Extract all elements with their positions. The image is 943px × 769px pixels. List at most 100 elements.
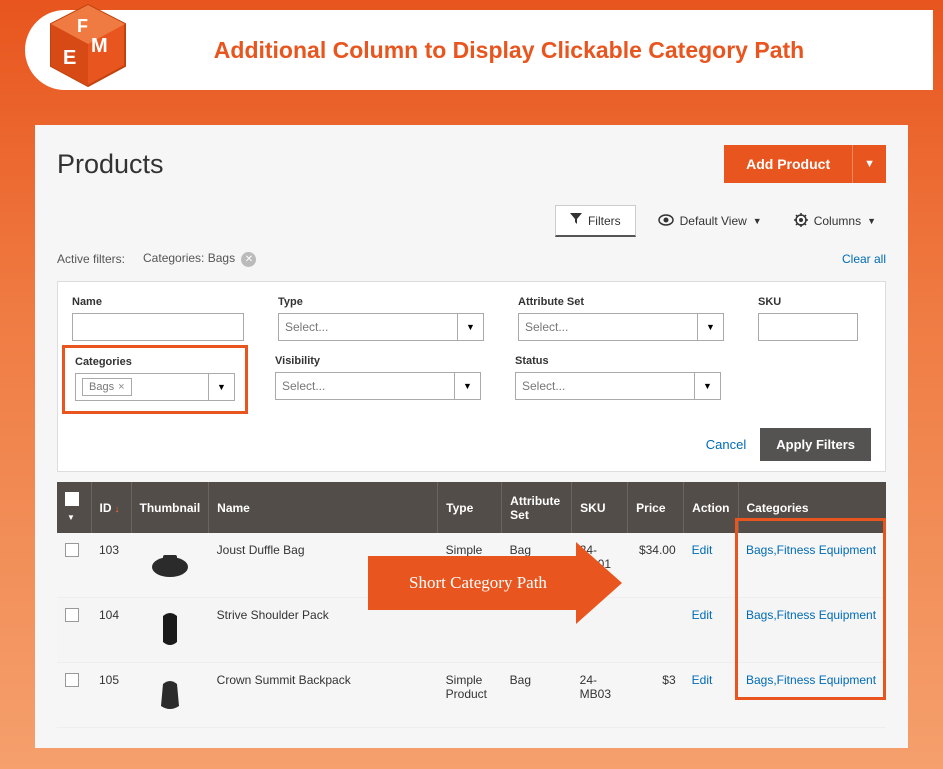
type-select[interactable]: Select... <box>278 313 458 341</box>
filter-categories: Categories Bags × ▼ <box>75 356 235 401</box>
cell-price: $3 <box>628 663 684 728</box>
visibility-label: Visibility <box>275 355 481 367</box>
gear-icon <box>794 213 808 230</box>
action-header[interactable]: Action <box>684 482 738 533</box>
name-input[interactable] <box>72 313 244 341</box>
categories-select[interactable]: Bags × <box>75 373 209 401</box>
main-panel: Products Add Product ▼ Filters Default V… <box>35 125 908 748</box>
type-header[interactable]: Type <box>438 482 502 533</box>
attribute-set-header[interactable]: Attribute Set <box>502 482 572 533</box>
caret-down-icon: ▼ <box>753 216 762 226</box>
name-header[interactable]: Name <box>209 482 438 533</box>
page-title: Products <box>57 149 164 180</box>
svg-text:E: E <box>63 47 76 69</box>
add-product-button[interactable]: Add Product <box>724 145 852 183</box>
price-header[interactable]: Price <box>628 482 684 533</box>
row-checkbox[interactable] <box>65 543 79 557</box>
default-view-label: Default View <box>680 214 747 228</box>
cell-sku <box>572 598 628 663</box>
attribute-set-select[interactable]: Select... <box>518 313 698 341</box>
toolbar: Filters Default View ▼ Columns ▼ <box>57 205 886 237</box>
active-filters-label: Active filters: <box>57 252 125 266</box>
filter-attribute-set: Attribute Set Select... ▼ <box>518 296 724 341</box>
caret-down-icon: ▼ <box>867 216 876 226</box>
columns-button[interactable]: Columns ▼ <box>784 205 886 237</box>
columns-label: Columns <box>814 214 861 228</box>
select-all-header[interactable]: ▼ <box>57 482 91 533</box>
sku-input[interactable] <box>758 313 858 341</box>
caret-down-icon[interactable]: ▼ <box>458 313 484 341</box>
filter-name: Name <box>72 296 244 341</box>
cell-sku: 24-MB03 <box>572 663 628 728</box>
cell-id: 105 <box>91 663 131 728</box>
sort-arrow-icon: ↓ <box>115 504 120 515</box>
thumbnail-image <box>148 543 192 587</box>
funnel-icon <box>570 213 582 228</box>
table-row[interactable]: 103 Joust Duffle Bag Simple Product Bag … <box>57 533 886 598</box>
cell-aset: Bag <box>502 663 572 728</box>
categories-header[interactable]: Categories <box>738 482 886 533</box>
cell-type: Simple Product <box>438 663 502 728</box>
products-table: ▼ ID↓ Thumbnail Name Type Attribute Set … <box>57 482 886 728</box>
apply-filters-button[interactable]: Apply Filters <box>760 428 871 461</box>
thumbnail-image <box>148 608 192 652</box>
filters-label: Filters <box>588 214 621 228</box>
cell-sku: 24-MB01 <box>572 533 628 598</box>
thumbnail-image <box>148 673 192 717</box>
cell-aset: Bag <box>502 533 572 598</box>
edit-link[interactable]: Edit <box>692 543 713 557</box>
filter-form: Name Type Select... ▼ Attribute Set Sele… <box>57 281 886 472</box>
caret-down-icon[interactable]: ▼ <box>455 372 481 400</box>
active-filter-chip: Categories: Bags ✕ <box>143 251 256 267</box>
svg-text:F: F <box>77 16 88 36</box>
header-title: Additional Column to Display Clickable C… <box>25 37 933 64</box>
table-header-row: ▼ ID↓ Thumbnail Name Type Attribute Set … <box>57 482 886 533</box>
row-checkbox[interactable] <box>65 673 79 687</box>
thumbnail-header[interactable]: Thumbnail <box>131 482 209 533</box>
remove-filter-icon[interactable]: ✕ <box>241 252 256 267</box>
caret-down-icon[interactable]: ▼ <box>698 313 724 341</box>
categories-label: Categories <box>75 356 235 368</box>
categories-link[interactable]: Bags,Fitness Equipment <box>746 673 876 687</box>
categories-link[interactable]: Bags,Fitness Equipment <box>746 608 876 622</box>
cell-type <box>438 598 502 663</box>
category-tag: Bags × <box>82 378 132 396</box>
cancel-link[interactable]: Cancel <box>706 437 746 452</box>
fme-logo: F M E <box>45 2 131 101</box>
visibility-select[interactable]: Select... <box>275 372 455 400</box>
eye-icon <box>658 214 674 229</box>
default-view-button[interactable]: Default View ▼ <box>648 205 772 237</box>
cell-name: Joust Duffle Bag <box>209 533 438 598</box>
id-header[interactable]: ID↓ <box>91 482 131 533</box>
add-product-dropdown[interactable]: ▼ <box>852 145 886 183</box>
categories-highlight: Categories Bags × ▼ <box>62 345 248 414</box>
table-row[interactable]: 104 Strive Shoulder Pack Edit Bags,Fitne… <box>57 598 886 663</box>
caret-down-icon[interactable]: ▼ <box>209 373 235 401</box>
remove-tag-icon[interactable]: × <box>118 381 124 393</box>
status-label: Status <box>515 355 721 367</box>
row-checkbox[interactable] <box>65 608 79 622</box>
cell-name: Crown Summit Backpack <box>209 663 438 728</box>
svg-text:M: M <box>91 35 108 57</box>
filter-status: Status Select... ▼ <box>515 355 721 414</box>
clear-all-link[interactable]: Clear all <box>842 252 886 266</box>
type-label: Type <box>278 296 484 308</box>
active-filters-bar: Active filters: Categories: Bags ✕ Clear… <box>57 251 886 267</box>
caret-down-icon[interactable]: ▼ <box>695 372 721 400</box>
filters-button[interactable]: Filters <box>555 205 636 237</box>
cell-id: 103 <box>91 533 131 598</box>
cell-name: Strive Shoulder Pack <box>209 598 438 663</box>
cell-aset <box>502 598 572 663</box>
name-label: Name <box>72 296 244 308</box>
edit-link[interactable]: Edit <box>692 673 713 687</box>
categories-link[interactable]: Bags,Fitness Equipment <box>746 543 876 557</box>
filter-type: Type Select... ▼ <box>278 296 484 341</box>
cell-type: Simple Product <box>438 533 502 598</box>
table-row[interactable]: 105 Crown Summit Backpack Simple Product… <box>57 663 886 728</box>
cell-price: $34.00 <box>628 533 684 598</box>
sku-header[interactable]: SKU <box>572 482 628 533</box>
edit-link[interactable]: Edit <box>692 608 713 622</box>
filter-sku: SKU <box>758 296 858 341</box>
status-select[interactable]: Select... <box>515 372 695 400</box>
header-banner: F M E Additional Column to Display Click… <box>25 10 933 90</box>
